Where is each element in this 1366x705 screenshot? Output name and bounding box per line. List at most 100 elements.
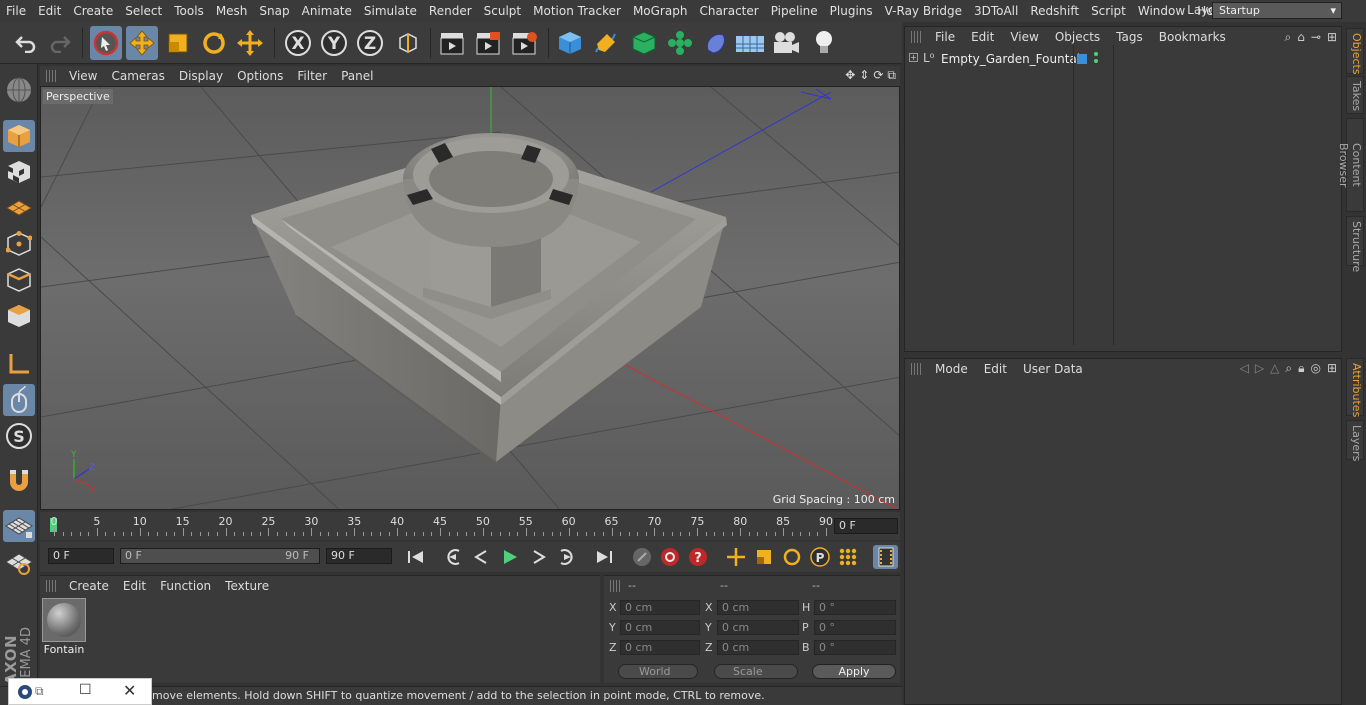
new-window-icon[interactable]: ⊞ xyxy=(1327,361,1337,376)
camera-icon[interactable] xyxy=(770,26,802,60)
apply-button[interactable]: Apply xyxy=(812,664,896,679)
menu-script[interactable]: Script xyxy=(1085,4,1132,18)
object-menu-objects[interactable]: Objects xyxy=(1047,30,1108,44)
previous-keyframe-icon[interactable] xyxy=(441,545,466,569)
search-icon[interactable]: ⌕ xyxy=(1285,361,1292,376)
side-tab-structure[interactable]: Structure xyxy=(1346,216,1364,272)
render-picture-viewer-icon[interactable] xyxy=(472,26,504,60)
back-arrow-icon[interactable]: ◁ xyxy=(1240,361,1249,376)
transform-tool-icon[interactable] xyxy=(234,26,266,60)
cube-object-icon[interactable] xyxy=(554,26,586,60)
layout-select[interactable]: Startup xyxy=(1212,2,1342,19)
menu-mograph[interactable]: MoGraph xyxy=(627,4,694,18)
scale-tool-icon[interactable] xyxy=(162,26,194,60)
generator-icon[interactable] xyxy=(628,26,660,60)
preview-range-slider[interactable]: 0 F 90 F xyxy=(120,548,320,564)
maximize-icon[interactable]: ☐ xyxy=(79,682,92,698)
search-icon[interactable]: ⌕ xyxy=(1285,30,1292,45)
planar-workplane-icon[interactable] xyxy=(3,546,35,578)
side-tab-content-browser[interactable]: Content Browser xyxy=(1337,118,1364,212)
viewport-menu-filter[interactable]: Filter xyxy=(290,69,334,83)
viewport-menu-options[interactable]: Options xyxy=(230,69,290,83)
object-menu-tags[interactable]: Tags xyxy=(1108,30,1151,44)
expand-icon[interactable]: + xyxy=(909,53,918,62)
record-rotation-icon[interactable] xyxy=(779,545,804,569)
frame-ruler[interactable]: 0 5 10 15 20 25 30 35 40 45 50 55 60 65 70 75 80 85 90 xyxy=(48,514,833,536)
menu-character[interactable]: Character xyxy=(693,4,764,18)
record-position-icon[interactable] xyxy=(723,545,748,569)
coord-position-field[interactable]: 0 cm xyxy=(620,620,700,635)
deformer-icon[interactable] xyxy=(700,26,732,60)
viewport-menu-cameras[interactable]: Cameras xyxy=(104,69,171,83)
perspective-viewport[interactable]: Y Z X Perspective Grid Spacing : 100 cm xyxy=(40,86,900,510)
close-icon[interactable]: ✕ xyxy=(123,681,136,700)
previous-frame-icon[interactable] xyxy=(469,545,494,569)
attribute-menu-user-data[interactable]: User Data xyxy=(1015,362,1091,376)
coordinate-system-icon[interactable] xyxy=(392,26,424,60)
coord-size-field[interactable]: 0 cm xyxy=(717,620,799,635)
coord-rotation-field[interactable]: 0 ° xyxy=(814,640,896,655)
menu-sculpt[interactable]: Sculpt xyxy=(478,4,527,18)
dolly-view-icon[interactable]: ⇕ xyxy=(859,68,869,83)
coord-position-field[interactable]: 0 cm xyxy=(620,640,700,655)
menu-snap[interactable]: Snap xyxy=(253,4,295,18)
material-swatch[interactable]: Fontain xyxy=(42,598,86,656)
viewport-menu-view[interactable]: View xyxy=(62,69,104,83)
model-mode-icon[interactable] xyxy=(3,120,35,152)
object-menu-edit[interactable]: Edit xyxy=(963,30,1002,44)
mograph-cloner-icon[interactable] xyxy=(664,26,696,60)
attribute-menu-mode[interactable]: Mode xyxy=(927,362,976,376)
coord-size-field[interactable]: 0 cm xyxy=(717,640,799,655)
coord-size-field[interactable]: 0 cm xyxy=(717,600,799,615)
menu-edit[interactable]: Edit xyxy=(32,4,67,18)
side-tab-objects[interactable]: Objects xyxy=(1346,28,1364,75)
render-view-icon[interactable] xyxy=(436,26,468,60)
axis-mode-icon[interactable] xyxy=(3,348,35,380)
menu-animate[interactable]: Animate xyxy=(296,4,358,18)
menu-simulate[interactable]: Simulate xyxy=(358,4,423,18)
side-tab-takes[interactable]: Takes xyxy=(1346,76,1364,114)
coord-rotation-field[interactable]: 0 ° xyxy=(814,620,896,635)
texture-mode-icon[interactable] xyxy=(3,156,35,188)
floor-environment-icon[interactable] xyxy=(734,26,766,60)
material-menu-edit[interactable]: Edit xyxy=(116,579,153,593)
timeline-window-icon[interactable] xyxy=(873,545,898,569)
edges-mode-icon[interactable] xyxy=(3,264,35,296)
menu-pipeline[interactable]: Pipeline xyxy=(765,4,824,18)
menu-create[interactable]: Create xyxy=(67,4,119,18)
layer-color-swatch[interactable] xyxy=(1077,54,1087,64)
redo-icon[interactable] xyxy=(44,26,76,60)
render-settings-icon[interactable] xyxy=(508,26,540,60)
y-axis-lock-icon[interactable]: Y xyxy=(318,26,350,60)
menu-3dtoall[interactable]: 3DToAll xyxy=(968,4,1024,18)
object-menu-file[interactable]: File xyxy=(927,30,963,44)
record-scale-icon[interactable] xyxy=(751,545,776,569)
menu-v-ray-bridge[interactable]: V-Ray Bridge xyxy=(879,4,968,18)
forward-arrow-icon[interactable]: ▷ xyxy=(1255,361,1264,376)
start-frame-field[interactable]: 0 F xyxy=(48,548,114,564)
workplane-lock-icon[interactable] xyxy=(3,510,35,542)
restore-icon[interactable]: ⧉ xyxy=(35,684,44,699)
rotate-tool-icon[interactable] xyxy=(198,26,230,60)
spline-pen-icon[interactable] xyxy=(590,26,622,60)
current-frame-field[interactable]: 0 F xyxy=(834,518,898,534)
rotate-view-icon[interactable]: ⟳ xyxy=(873,68,883,83)
viewport-menu-display[interactable]: Display xyxy=(172,69,230,83)
move-tool-icon[interactable] xyxy=(126,26,158,60)
next-keyframe-icon[interactable] xyxy=(553,545,578,569)
render-visibility-dot[interactable] xyxy=(1094,59,1098,63)
snap-magnet-icon[interactable] xyxy=(3,466,35,498)
side-tab-layers[interactable]: Layers xyxy=(1346,420,1364,461)
link-icon[interactable]: ⊸ xyxy=(1311,30,1321,45)
coord-mode-select[interactable]: World xyxy=(618,664,698,679)
object-menu-bookmarks[interactable]: Bookmarks xyxy=(1151,30,1234,44)
polygons-mode-icon[interactable] xyxy=(3,300,35,332)
coord-type-select[interactable]: Scale xyxy=(714,664,798,679)
timeline-ruler[interactable]: 0 5 10 15 20 25 30 35 40 45 50 55 60 65 70 75 80 85 90 0 F xyxy=(40,512,900,540)
light-icon[interactable] xyxy=(808,26,840,60)
new-window-icon[interactable]: ⊞ xyxy=(1327,30,1337,45)
menu-select[interactable]: Select xyxy=(119,4,168,18)
lock-icon[interactable]: 🔒︎ xyxy=(1298,361,1304,376)
menu-render[interactable]: Render xyxy=(423,4,478,18)
make-editable-icon[interactable] xyxy=(3,74,35,106)
